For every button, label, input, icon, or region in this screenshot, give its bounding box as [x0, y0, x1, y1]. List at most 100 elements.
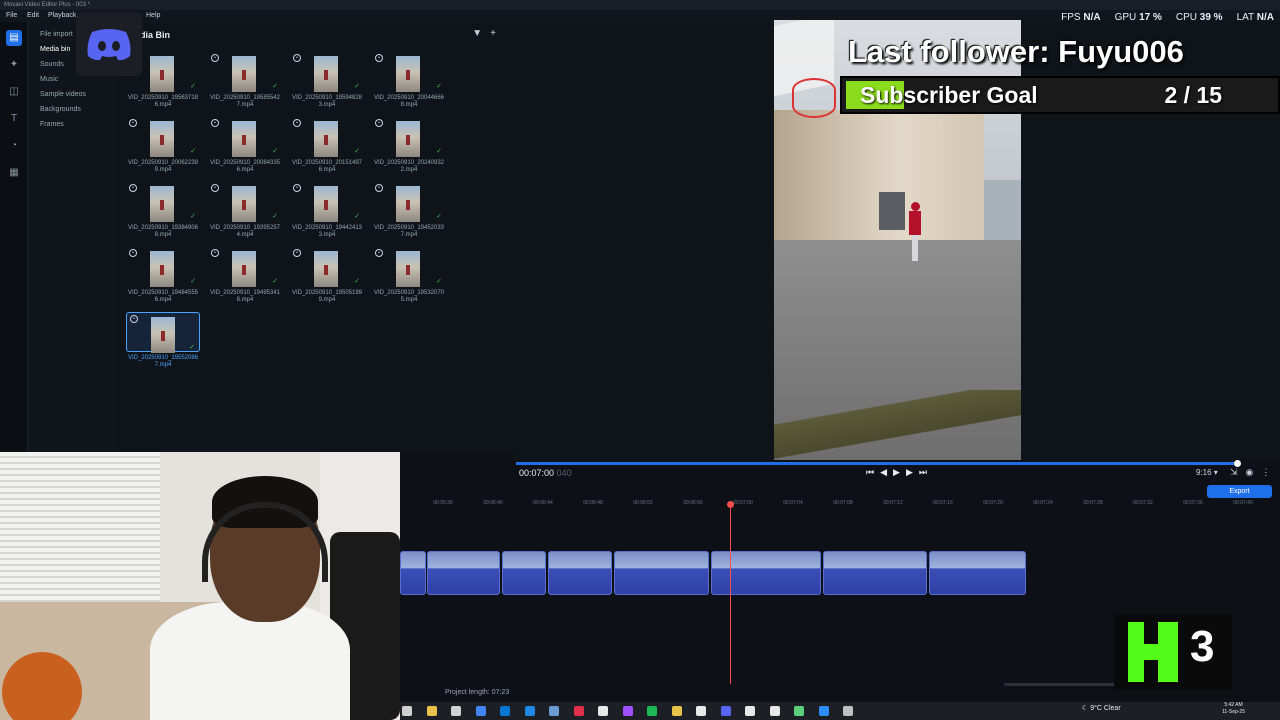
vivaldi-icon[interactable]	[573, 706, 584, 716]
transitions-icon[interactable]: ◫	[6, 84, 22, 100]
clip-info-icon[interactable]: •	[293, 184, 301, 192]
notion-icon[interactable]	[745, 706, 755, 716]
fullscreen-icon[interactable]: ⇲	[1230, 467, 1238, 478]
spotify-icon[interactable]	[647, 706, 657, 716]
media-clip[interactable]: • ✓ VID_20250910_195051999.mp4	[290, 247, 364, 307]
track-clip[interactable]	[400, 551, 426, 595]
clip-thumbnail[interactable]: •✓	[126, 247, 200, 287]
track-clip[interactable]	[614, 551, 709, 595]
category-music[interactable]: Music	[40, 76, 58, 83]
titles-icon[interactable]: T	[6, 111, 22, 127]
media-clip[interactable]: • ✓ VID_20250910_193849068.mp4	[126, 182, 200, 242]
clip-info-icon[interactable]: •	[375, 119, 383, 127]
playhead-handle[interactable]	[727, 501, 734, 508]
clip-info-icon[interactable]: •	[375, 54, 383, 62]
step-back-icon[interactable]: ◀	[880, 467, 887, 478]
menu-edit[interactable]: Edit	[27, 10, 39, 22]
media-clip[interactable]: • ✓ VID_20250910_195320705.mp4	[372, 247, 446, 307]
stickers-icon[interactable]: ◔	[6, 138, 22, 154]
category-frames[interactable]: Frames	[40, 121, 64, 128]
track-clip[interactable]	[548, 551, 612, 595]
notes-icon[interactable]	[671, 706, 682, 716]
media-clip[interactable]: • ✓ VID_20250910_194953418.mp4	[208, 247, 282, 307]
clip-info-icon[interactable]: •	[130, 315, 138, 323]
media-clip[interactable]: • ✓ VID_20250910_193952574.mp4	[208, 182, 282, 242]
steam-icon[interactable]	[549, 706, 559, 716]
progress-knob[interactable]	[1234, 460, 1241, 467]
media-clip[interactable]: • ✓ VID_20250910_195520867.mp4	[126, 312, 200, 372]
clip-thumbnail[interactable]: •✓	[372, 52, 446, 92]
media-clip[interactable]: • ✓ VID_20250910_194424133.mp4	[290, 182, 364, 242]
clip-thumbnail[interactable]: •✓	[208, 182, 282, 222]
obs-icon[interactable]	[794, 706, 804, 716]
track-clip[interactable]	[502, 551, 546, 595]
system-clock[interactable]: 5:42 AM 11-Sep-25	[1222, 702, 1245, 716]
clip-thumbnail[interactable]: •✓	[208, 247, 282, 287]
clip-thumbnail[interactable]: •✓	[208, 117, 282, 157]
clip-info-icon[interactable]: •	[211, 249, 219, 257]
category-file-import[interactable]: File import	[40, 31, 73, 38]
track-clip[interactable]	[823, 551, 927, 595]
clip-info-icon[interactable]: •	[293, 119, 301, 127]
import-icon[interactable]: ▤	[6, 30, 22, 46]
more-options-icon[interactable]: ⋮	[1261, 467, 1270, 478]
media-clip[interactable]: • ✓ VID_20250910_200843356.mp4	[208, 117, 282, 177]
media-clip[interactable]: • ✓ VID_20250910_195948283.mp4	[290, 52, 364, 112]
menu-file[interactable]: File	[6, 10, 17, 22]
step-forward-icon[interactable]: ▶	[906, 467, 913, 478]
clip-info-icon[interactable]: •	[293, 249, 301, 257]
start-icon[interactable]	[402, 706, 412, 716]
movavi-icon[interactable]	[818, 706, 829, 716]
category-sample-videos[interactable]: Sample videos	[40, 91, 86, 98]
media-clip[interactable]: • ✓ VID_20250910_194520337.mp4	[372, 182, 446, 242]
skip-start-icon[interactable]: ⏮	[866, 467, 874, 478]
clip-thumbnail[interactable]: •✓	[372, 182, 446, 222]
clip-thumbnail[interactable]: •✓	[126, 312, 200, 353]
media-clip[interactable]: • ✓ VID_20250910_202409322.mp4	[372, 117, 446, 177]
clip-info-icon[interactable]: •	[211, 119, 219, 127]
clip-info-icon[interactable]: •	[129, 119, 137, 127]
task-view-icon[interactable]	[451, 706, 461, 716]
more-tools-icon[interactable]: ▦	[6, 165, 22, 181]
export-button[interactable]: Export	[1207, 485, 1272, 498]
file-explorer-icon[interactable]	[500, 706, 510, 716]
clip-thumbnail[interactable]: •✓	[290, 52, 364, 92]
clip-thumbnail[interactable]: •✓	[372, 247, 446, 287]
category-backgrounds[interactable]: Backgrounds	[40, 106, 81, 113]
media-clip[interactable]: • ✓ VID_20250910_200446668.mp4	[372, 52, 446, 112]
menu-help[interactable]: Help	[146, 10, 160, 22]
playhead[interactable]	[730, 502, 731, 684]
category-sounds[interactable]: Sounds	[40, 61, 64, 68]
category-media-bin[interactable]: Media bin	[40, 46, 70, 53]
clip-thumbnail[interactable]: •✓	[126, 182, 200, 222]
clip-thumbnail[interactable]: •✓	[372, 117, 446, 157]
settings-icon[interactable]	[843, 706, 853, 716]
snapshot-icon[interactable]: ◉	[1246, 467, 1254, 478]
magic-wand-icon[interactable]: ✦	[6, 57, 22, 73]
clip-thumbnail[interactable]: •✓	[126, 117, 200, 157]
track-clip[interactable]	[711, 551, 821, 595]
media-clip[interactable]: • ✓ VID_20250910_194845556.mp4	[126, 247, 200, 307]
menu-playback[interactable]: Playback	[48, 10, 76, 22]
media-clip[interactable]: • ✓ VID_20250910_200622399.mp4	[126, 117, 200, 177]
edge-icon[interactable]	[524, 706, 535, 716]
add-icon[interactable]: +	[490, 28, 496, 39]
clip-info-icon[interactable]: •	[375, 249, 383, 257]
clip-info-icon[interactable]: •	[129, 249, 137, 257]
play-icon[interactable]: ▶	[893, 467, 900, 478]
clip-thumbnail[interactable]: •✓	[290, 117, 364, 157]
weather-widget[interactable]: ☾ 9°C Clear	[1082, 704, 1121, 712]
clip-thumbnail[interactable]: •✓	[290, 247, 364, 287]
clip-info-icon[interactable]: •	[211, 54, 219, 62]
clip-info-icon[interactable]: •	[129, 184, 137, 192]
clip-thumbnail[interactable]: •✓	[208, 52, 282, 92]
clip-info-icon[interactable]: •	[293, 54, 301, 62]
discord-icon[interactable]	[720, 706, 731, 716]
aspect-ratio-select[interactable]: 9:16 ▾	[1196, 468, 1218, 477]
filter-icon[interactable]: ▼	[472, 28, 482, 39]
clip-thumbnail[interactable]: •✓	[290, 182, 364, 222]
clip-info-icon[interactable]: •	[211, 184, 219, 192]
timeline-ruler[interactable]: 00:06:36 00:06:40 00:06:44 00:06:48 00:06:52…	[400, 500, 1280, 512]
track-clip[interactable]	[929, 551, 1026, 595]
media-clip[interactable]: • ✓ VID_20250910_201514976.mp4	[290, 117, 364, 177]
